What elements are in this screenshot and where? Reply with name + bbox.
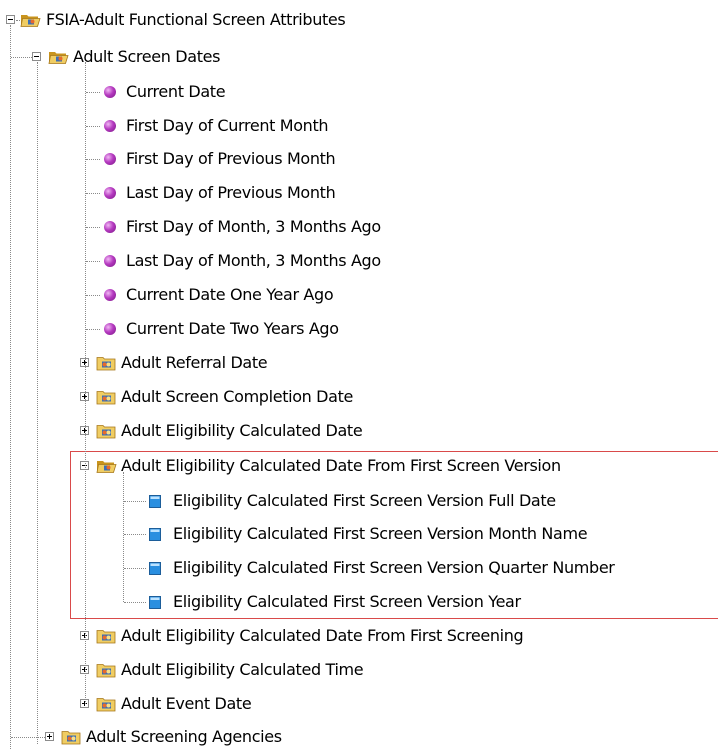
tree-node-folder[interactable]: Adult Eligibility Calculated Time xyxy=(0,658,718,682)
tree-node-label: Adult Eligibility Calculated Date xyxy=(121,421,363,440)
tree-connector-line xyxy=(124,501,146,502)
tree-connector-line xyxy=(123,472,124,602)
tree-item-prompt[interactable]: Last Day of Month, 3 Months Ago xyxy=(0,249,718,273)
open-folder-icon xyxy=(20,12,41,28)
tree-item-prompt[interactable]: First Day of Month, 3 Months Ago xyxy=(0,215,718,239)
tree-node-label: Adult Referral Date xyxy=(121,353,268,372)
tree-connector-line xyxy=(124,602,146,603)
tree-item-attribute[interactable]: Eligibility Calculated First Screen Vers… xyxy=(0,556,718,580)
tree-item-label: Current Date Two Years Ago xyxy=(126,319,339,338)
purple-bullet-icon xyxy=(104,255,116,267)
purple-bullet-icon xyxy=(104,120,116,132)
tree-item-prompt[interactable]: First Day of Previous Month xyxy=(0,147,718,171)
tree-connector-line xyxy=(11,737,45,738)
tree-node-label: Adult Screening Agencies xyxy=(86,727,282,746)
tree-node-folder[interactable]: Adult Eligibility Calculated Date From F… xyxy=(0,624,718,648)
blue-attribute-icon xyxy=(149,562,161,575)
tree-item-label: Eligibility Calculated First Screen Vers… xyxy=(173,491,556,510)
tree-node-label: Adult Eligibility Calculated Date From F… xyxy=(121,626,524,645)
blue-attribute-icon xyxy=(149,528,161,541)
tree-node-folder[interactable]: Adult Screening Agencies xyxy=(0,725,718,749)
purple-bullet-icon xyxy=(104,153,116,165)
closed-folder-icon xyxy=(96,628,117,644)
tree-item-label: First Day of Previous Month xyxy=(126,149,336,168)
closed-folder-icon xyxy=(96,696,117,712)
tree-connector-line xyxy=(16,20,20,21)
tree-node-label: Adult Eligibility Calculated Time xyxy=(121,660,364,679)
open-folder-icon xyxy=(96,458,117,474)
tree-node-label: Adult Eligibility Calculated Date From F… xyxy=(121,456,561,475)
closed-folder-icon xyxy=(96,662,117,678)
purple-bullet-icon xyxy=(104,289,116,301)
tree-node-folder[interactable]: Adult Event Date xyxy=(0,692,718,716)
tree-connector-line xyxy=(86,126,100,127)
purple-bullet-icon xyxy=(104,187,116,199)
closed-folder-icon xyxy=(61,729,82,745)
tree-node-label: FSIA-Adult Functional Screen Attributes xyxy=(46,10,346,29)
closed-folder-icon xyxy=(96,355,117,371)
tree-connector-line xyxy=(86,295,100,296)
tree-node-folder[interactable]: Adult Referral Date xyxy=(0,351,718,375)
open-folder-icon xyxy=(48,49,69,65)
tree-item-prompt[interactable]: Current Date Two Years Ago xyxy=(0,317,718,341)
tree-item-label: First Day of Current Month xyxy=(126,116,329,135)
tree-item-label: Current Date xyxy=(126,82,226,101)
purple-bullet-icon xyxy=(104,323,116,335)
expand-toggle-icon[interactable] xyxy=(45,732,54,741)
tree-connector-line xyxy=(124,534,146,535)
tree-item-attribute[interactable]: Eligibility Calculated First Screen Vers… xyxy=(0,522,718,546)
attribute-tree: FSIA-Adult Functional Screen Attributes … xyxy=(0,0,718,749)
tree-node-adult-screen-dates[interactable]: Adult Screen Dates xyxy=(0,45,718,69)
tree-node-root[interactable]: FSIA-Adult Functional Screen Attributes xyxy=(0,8,718,32)
tree-item-label: First Day of Month, 3 Months Ago xyxy=(126,217,381,236)
tree-item-attribute[interactable]: Eligibility Calculated First Screen Vers… xyxy=(0,590,718,614)
tree-node-label: Adult Event Date xyxy=(121,694,252,713)
tree-connector-line xyxy=(86,227,100,228)
tree-item-label: Eligibility Calculated First Screen Vers… xyxy=(173,558,615,577)
tree-connector-line xyxy=(86,261,100,262)
purple-bullet-icon xyxy=(104,221,116,233)
tree-item-label: Current Date One Year Ago xyxy=(126,285,334,304)
tree-connector-line xyxy=(86,329,100,330)
tree-item-label: Eligibility Calculated First Screen Vers… xyxy=(173,524,588,543)
tree-node-folder[interactable]: Adult Screen Completion Date xyxy=(0,385,718,409)
tree-item-label: Eligibility Calculated First Screen Vers… xyxy=(173,592,521,611)
closed-folder-icon xyxy=(96,389,117,405)
tree-item-prompt[interactable]: Last Day of Previous Month xyxy=(0,181,718,205)
tree-node-folder[interactable]: Adult Eligibility Calculated Date xyxy=(0,419,718,443)
tree-node-label: Adult Screen Completion Date xyxy=(121,387,354,406)
tree-connector-line xyxy=(124,568,146,569)
tree-connector-line xyxy=(86,92,100,93)
tree-connector-line xyxy=(10,25,11,749)
collapse-toggle-icon[interactable] xyxy=(6,15,15,24)
tree-connector-line xyxy=(37,62,38,744)
tree-node-label: Adult Screen Dates xyxy=(73,47,221,66)
tree-item-prompt[interactable]: Current Date xyxy=(0,80,718,104)
tree-item-prompt[interactable]: First Day of Current Month xyxy=(0,114,718,138)
tree-connector-line xyxy=(86,193,100,194)
tree-item-label: Last Day of Previous Month xyxy=(126,183,336,202)
tree-connector-line xyxy=(86,159,100,160)
tree-connector-line xyxy=(11,57,32,58)
closed-folder-icon xyxy=(96,423,117,439)
tree-item-label: Last Day of Month, 3 Months Ago xyxy=(126,251,381,270)
purple-bullet-icon xyxy=(104,86,116,98)
collapse-toggle-icon[interactable] xyxy=(32,52,41,61)
tree-node-folder-selected[interactable]: Adult Eligibility Calculated Date From F… xyxy=(0,454,718,478)
tree-item-prompt[interactable]: Current Date One Year Ago xyxy=(0,283,718,307)
blue-attribute-icon xyxy=(149,596,161,609)
blue-attribute-icon xyxy=(149,495,161,508)
tree-item-attribute[interactable]: Eligibility Calculated First Screen Vers… xyxy=(0,489,718,513)
